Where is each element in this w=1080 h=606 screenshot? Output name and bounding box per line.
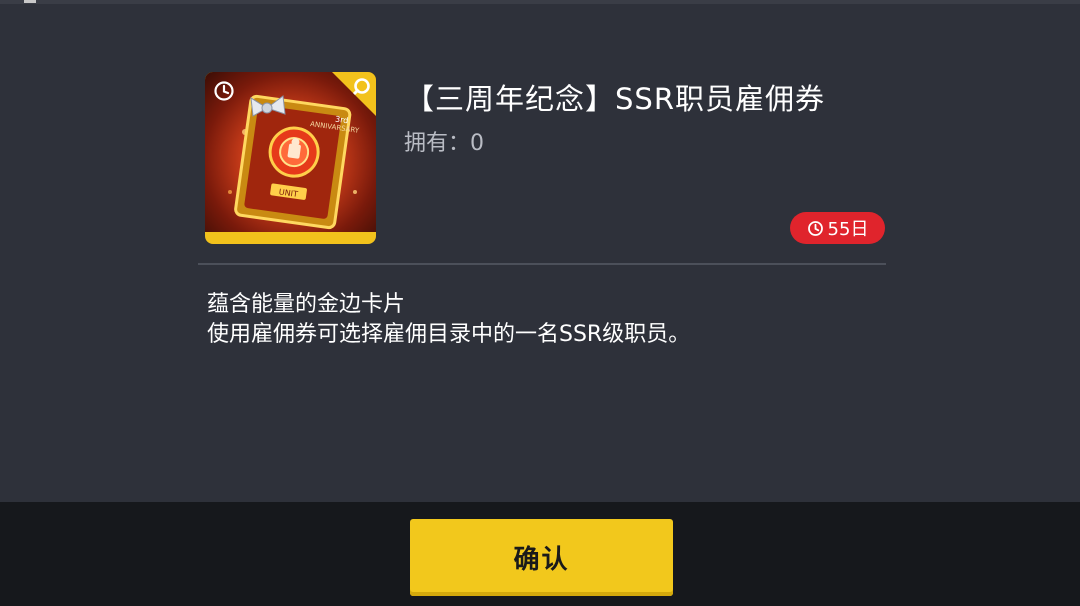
- item-card-image[interactable]: UNIT ANNIVARSARY 3rd: [205, 72, 376, 244]
- expiry-badge: 55日: [790, 212, 885, 244]
- confirm-button[interactable]: 确认: [410, 519, 673, 596]
- item-title: 【三周年纪念】SSR职员雇佣券: [405, 82, 825, 116]
- expiry-text: 55日: [827, 219, 869, 240]
- top-edge-mark: [24, 0, 36, 3]
- item-description: 蕴含能量的金边卡片 使用雇佣券可选择雇佣目录中的一名SSR级职员。: [207, 290, 690, 350]
- owned-label: 拥有：: [404, 131, 471, 156]
- card-badge-text: 3rd: [334, 115, 348, 126]
- description-line-1: 蕴含能量的金边卡片: [207, 292, 406, 317]
- item-detail-screen: UNIT ANNIVARSARY 3rd 【三周年纪念】SSR职员雇佣券 拥有：…: [0, 0, 1080, 606]
- owned-count-row: 拥有：0: [404, 125, 484, 157]
- divider: [198, 263, 886, 265]
- timer-icon: [807, 220, 823, 236]
- clock-icon: [213, 80, 235, 102]
- description-line-2: 使用雇佣券可选择雇佣目录中的一名SSR级职员。: [207, 322, 691, 347]
- owned-count: 0: [470, 131, 485, 156]
